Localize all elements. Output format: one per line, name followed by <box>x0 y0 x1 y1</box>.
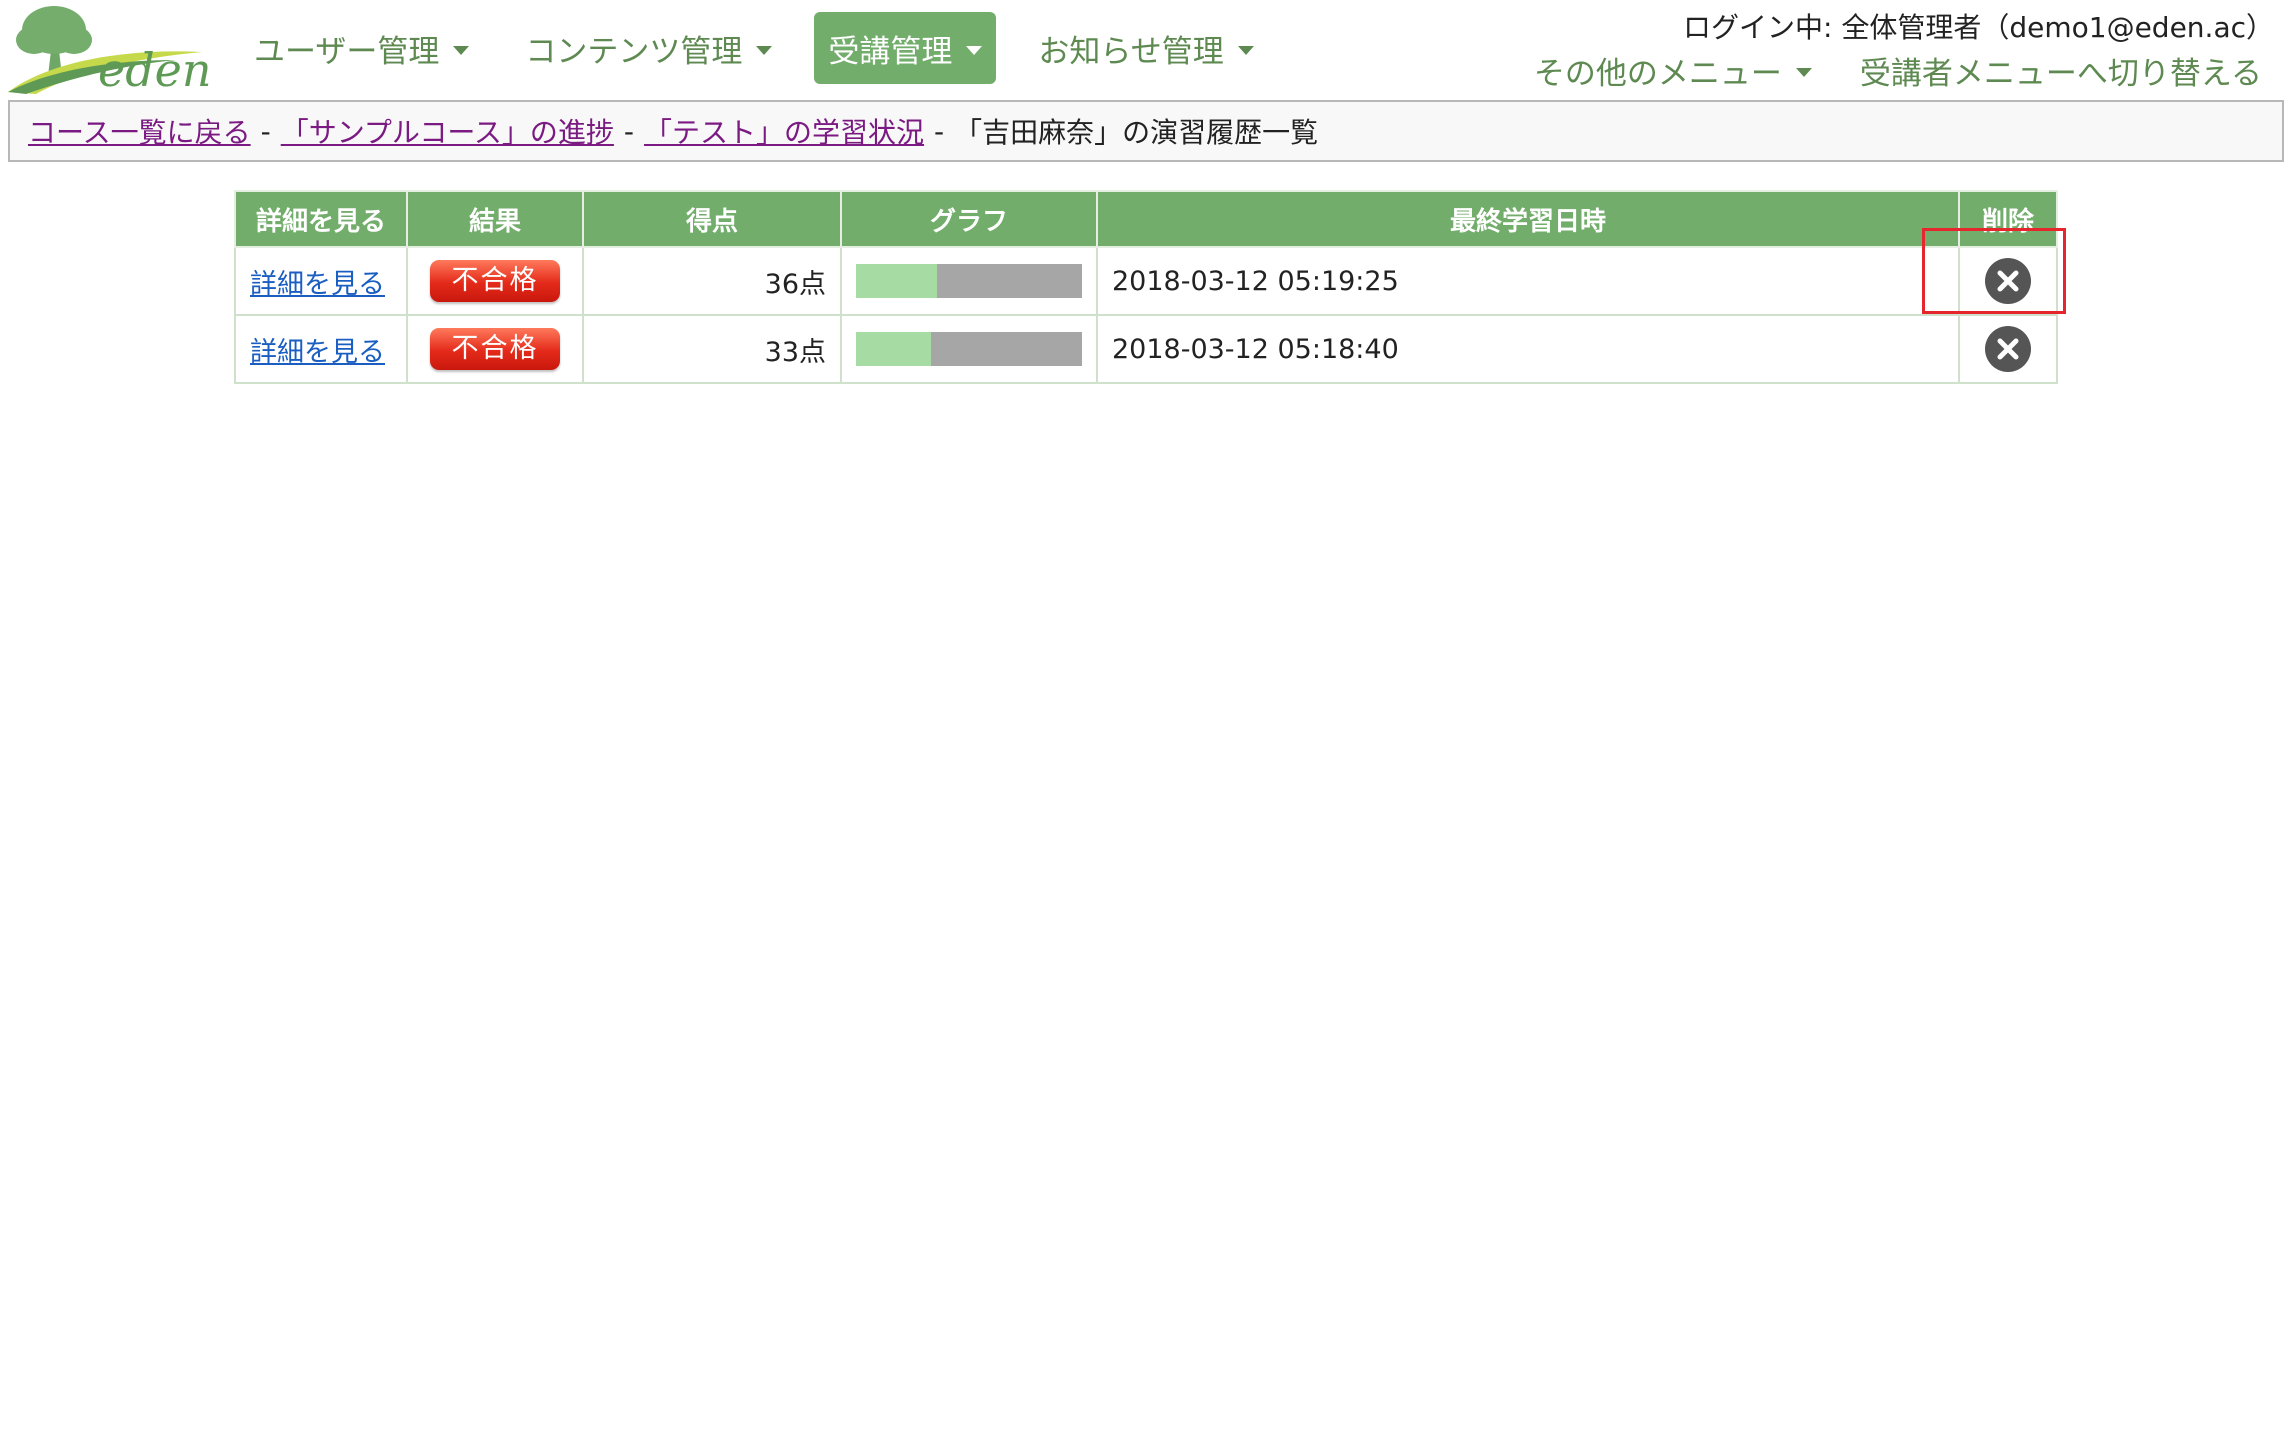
cell-detail: 詳細を見る <box>234 314 408 384</box>
cell-graph <box>840 314 1098 384</box>
other-menu-label: その他のメニュー <box>1533 56 1782 92</box>
view-detail-link[interactable]: 詳細を見る <box>250 269 385 300</box>
right-menu: その他のメニュー 受講者メニューへ切り替える <box>1534 48 2262 93</box>
fail-badge: 不合格 <box>430 328 560 370</box>
score-bar-fill <box>856 332 931 366</box>
nav-label: ユーザー管理 <box>254 33 440 70</box>
main-nav: ユーザー管理 コンテンツ管理 受講管理 お知らせ管理 <box>240 12 1296 84</box>
nav-label: 受講管理 <box>828 33 953 70</box>
header-score: 得点 <box>582 190 842 248</box>
exercise-history-table: 詳細を見る 結果 得点 グラフ 最終学習日時 削除 詳細を見る 不合格 36点 <box>234 190 2058 384</box>
table-row: 詳細を見る 不合格 36点 2018-03-12 05:19:25 <box>234 246 2058 316</box>
cell-delete <box>1958 314 2058 384</box>
nav-course-management[interactable]: 受講管理 <box>814 12 997 84</box>
table-header-row: 詳細を見る 結果 得点 グラフ 最終学習日時 削除 <box>234 190 2058 248</box>
nav-user-management[interactable]: ユーザー管理 <box>240 12 483 84</box>
breadcrumb-separator: - <box>934 114 945 148</box>
score-bar <box>856 264 1082 298</box>
cell-score: 33点 <box>582 314 842 384</box>
nav-label: コンテンツ管理 <box>525 33 743 70</box>
delete-icon[interactable] <box>1985 326 2031 372</box>
delete-icon[interactable] <box>1985 258 2031 304</box>
other-menu-dropdown[interactable]: その他のメニュー <box>1534 48 1812 93</box>
caret-down-icon <box>453 45 470 55</box>
header: eden ユーザー管理 コンテンツ管理 受講管理 お知らせ管理 ログイン中: 全… <box>0 0 2290 100</box>
breadcrumb: コース一覧に戻る - 「サンプルコース」の進捗 - 「テスト」の学習状況 - 「… <box>8 100 2284 162</box>
caret-down-icon <box>756 45 773 55</box>
table-row: 詳細を見る 不合格 33点 2018-03-12 05:18:40 <box>234 314 2058 384</box>
cell-last-date: 2018-03-12 05:19:25 <box>1096 246 1960 316</box>
header-graph: グラフ <box>840 190 1098 248</box>
cell-result: 不合格 <box>406 314 584 384</box>
header-detail: 詳細を見る <box>234 190 408 248</box>
cell-result: 不合格 <box>406 246 584 316</box>
nav-content-management[interactable]: コンテンツ管理 <box>511 12 786 84</box>
score-bar <box>856 332 1082 366</box>
login-info: ログイン中: 全体管理者（demo1@eden.ac） <box>1683 11 2274 44</box>
cell-graph <box>840 246 1098 316</box>
caret-down-icon <box>1237 45 1254 55</box>
breadcrumb-current: 「吉田麻奈」の演習履歴一覧 <box>954 116 1319 149</box>
cell-delete <box>1958 246 2058 316</box>
nav-label: お知らせ管理 <box>1038 33 1224 70</box>
breadcrumb-test-status-link[interactable]: 「テスト」の学習状況 <box>644 111 924 151</box>
eden-logo[interactable]: eden <box>6 2 212 94</box>
caret-down-icon <box>966 45 983 55</box>
switch-to-student-menu-link[interactable]: 受講者メニューへ切り替える <box>1860 48 2262 93</box>
cell-score: 36点 <box>582 246 842 316</box>
cell-last-date: 2018-03-12 05:18:40 <box>1096 314 1960 384</box>
breadcrumb-course-list-link[interactable]: コース一覧に戻る <box>28 111 251 151</box>
cell-detail: 詳細を見る <box>234 246 408 316</box>
svg-text:eden: eden <box>98 43 212 94</box>
history-table-wrap: 詳細を見る 結果 得点 グラフ 最終学習日時 削除 詳細を見る 不合格 36点 <box>234 190 2058 384</box>
breadcrumb-separator: - <box>623 114 635 148</box>
breadcrumb-separator: - <box>260 114 271 148</box>
breadcrumb-course-progress-link[interactable]: 「サンプルコース」の進捗 <box>281 111 614 151</box>
header-delete: 削除 <box>1958 190 2058 248</box>
fail-badge: 不合格 <box>430 260 560 302</box>
header-result: 結果 <box>406 190 584 248</box>
score-bar-fill <box>856 264 938 298</box>
nav-notice-management[interactable]: お知らせ管理 <box>1024 12 1267 84</box>
view-detail-link[interactable]: 詳細を見る <box>250 337 385 368</box>
switch-menu-label: 受講者メニューへ切り替える <box>1859 56 2262 92</box>
caret-down-icon <box>1795 68 1812 77</box>
header-last-date: 最終学習日時 <box>1096 190 1960 248</box>
